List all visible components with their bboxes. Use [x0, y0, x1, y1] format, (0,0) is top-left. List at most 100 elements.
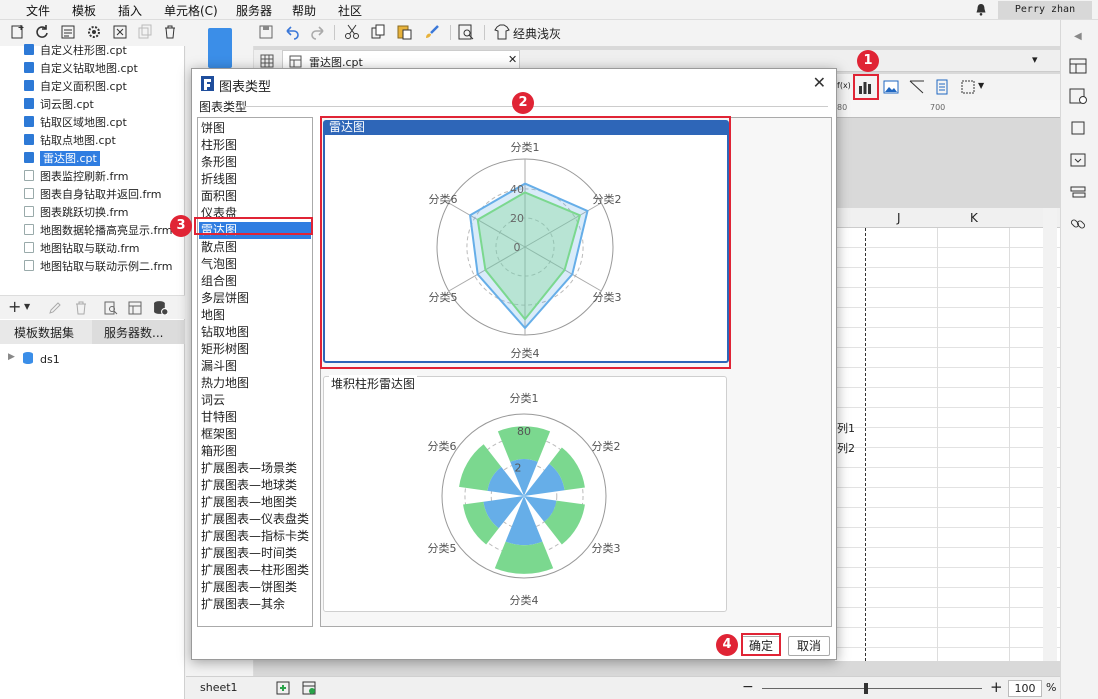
- chart-type-item[interactable]: 散点图: [199, 239, 311, 256]
- chart-type-item[interactable]: 折线图: [199, 171, 311, 188]
- zoom-slider-thumb[interactable]: [864, 683, 868, 694]
- close-file-icon[interactable]: [112, 24, 128, 40]
- cancel-button[interactable]: 取消: [788, 636, 830, 656]
- zoom-input[interactable]: 100: [1008, 680, 1042, 697]
- tab-menu-icon[interactable]: ▾: [1032, 53, 1038, 66]
- delete-dataset-icon[interactable]: [74, 301, 88, 315]
- file-item[interactable]: 自定义面积图.cpt: [24, 78, 184, 95]
- zoom-slider-track[interactable]: [762, 688, 982, 689]
- add-dataset-icon[interactable]: +: [8, 297, 21, 316]
- user-name[interactable]: Perry zhan: [998, 1, 1092, 19]
- vertical-scrollbar[interactable]: [1043, 208, 1057, 661]
- paste-icon[interactable]: [396, 24, 412, 40]
- formula-icon[interactable]: f(x): [837, 81, 851, 90]
- copy-icon[interactable]: [370, 24, 386, 40]
- theme-label[interactable]: 经典浅灰: [513, 25, 561, 42]
- undo-icon[interactable]: [284, 24, 300, 40]
- cut-icon[interactable]: [344, 24, 360, 40]
- zoom-out-icon[interactable]: −: [742, 679, 754, 695]
- chart-type-item[interactable]: 扩展图表—饼图类: [199, 579, 311, 596]
- hyperlink-icon[interactable]: [1069, 216, 1087, 232]
- preview-dataset-icon[interactable]: [104, 301, 118, 315]
- widget-settings-icon[interactable]: [1069, 152, 1087, 168]
- save-icon[interactable]: [258, 24, 274, 40]
- bell-icon[interactable]: [975, 3, 987, 16]
- insert-subreport-icon[interactable]: [934, 79, 950, 95]
- chart-type-item[interactable]: 扩展图表—场景类: [199, 460, 311, 477]
- add-sheet-icon[interactable]: [276, 681, 290, 695]
- insert-slash-icon[interactable]: [909, 79, 925, 95]
- chart-type-item[interactable]: 柱形图: [199, 137, 311, 154]
- expand-arrow-icon[interactable]: ▶: [8, 352, 15, 362]
- database-icon[interactable]: [153, 300, 168, 315]
- cell-attr-icon[interactable]: [1069, 58, 1087, 74]
- file-item[interactable]: 地图钻取与联动示例二.frm: [24, 258, 184, 275]
- file-item[interactable]: 钻取区域地图.cpt: [24, 114, 184, 131]
- close-icon[interactable]: ✕: [813, 73, 826, 92]
- chart-type-item[interactable]: 多层饼图: [199, 290, 311, 307]
- chart-type-item[interactable]: 扩展图表—其余: [199, 596, 311, 613]
- chart-type-item[interactable]: 矩形树图: [199, 341, 311, 358]
- insert-image-icon[interactable]: [883, 79, 899, 95]
- menu-community[interactable]: 社区: [338, 2, 362, 19]
- sheet-tab[interactable]: sheet1: [200, 681, 238, 694]
- file-item[interactable]: 雷达图.cpt: [24, 150, 184, 167]
- column-j[interactable]: J: [897, 211, 901, 225]
- grid-icon[interactable]: [260, 54, 274, 68]
- chart-type-item[interactable]: 扩展图表—地图类: [199, 494, 311, 511]
- tab-server-datasets[interactable]: 服务器数...: [104, 324, 163, 341]
- template-icon[interactable]: [60, 24, 76, 40]
- menu-file[interactable]: 文件: [26, 2, 50, 19]
- file-item[interactable]: 自定义柱形图.cpt: [24, 42, 184, 59]
- border-dropdown-icon[interactable]: ▼: [978, 81, 984, 90]
- file-item[interactable]: 地图数据轮播高亮显示.frm: [24, 222, 184, 239]
- menu-insert[interactable]: 插入: [118, 2, 142, 19]
- chart-type-item[interactable]: 漏斗图: [199, 358, 311, 375]
- menu-cell[interactable]: 单元格(C): [164, 2, 218, 19]
- chart-type-item[interactable]: 面积图: [199, 188, 311, 205]
- menu-help[interactable]: 帮助: [292, 2, 316, 19]
- menu-server[interactable]: 服务器: [236, 2, 272, 19]
- file-item[interactable]: 图表自身钻取并返回.frm: [24, 186, 184, 203]
- format-brush-icon[interactable]: [424, 24, 440, 40]
- file-item[interactable]: 图表监控刷新.frm: [24, 168, 184, 185]
- chart-type-item[interactable]: 框架图: [199, 426, 311, 443]
- chart-type-item[interactable]: 地图: [199, 307, 311, 324]
- file-item[interactable]: 自定义钻取地图.cpt: [24, 60, 184, 77]
- collapse-arrow-icon[interactable]: ◀: [1074, 31, 1082, 42]
- new-file-icon[interactable]: [10, 24, 26, 40]
- chart-type-item[interactable]: 甘特图: [199, 409, 311, 426]
- report-widget-icon[interactable]: [208, 28, 232, 68]
- chart-type-item[interactable]: 扩展图表—时间类: [199, 545, 311, 562]
- chart-type-item[interactable]: 热力地图: [199, 375, 311, 392]
- chart-type-item[interactable]: 扩展图表—指标卡类: [199, 528, 311, 545]
- file-item[interactable]: 词云图.cpt: [24, 96, 184, 113]
- settings-icon[interactable]: [86, 24, 102, 40]
- chart-type-item[interactable]: 饼图: [199, 120, 311, 137]
- column-k[interactable]: K: [970, 211, 978, 225]
- file-item[interactable]: 地图钻取与联动.frm: [24, 240, 184, 257]
- edit-icon[interactable]: [48, 301, 62, 315]
- delete-icon[interactable]: [162, 24, 178, 40]
- refresh-icon[interactable]: [34, 24, 50, 40]
- chevron-down-icon[interactable]: ▼: [24, 302, 30, 311]
- chart-type-item[interactable]: 扩展图表—柱形图类: [199, 562, 311, 579]
- menu-template[interactable]: 模板: [72, 2, 96, 19]
- add-form-sheet-icon[interactable]: [302, 681, 316, 695]
- border-icon[interactable]: [960, 79, 976, 95]
- theme-icon[interactable]: [494, 24, 510, 40]
- tab-template-datasets[interactable]: 模板数据集: [14, 324, 74, 341]
- stacked-bar-radar-option[interactable]: 堆积柱形雷达图 分类1 分类2 分类3 分类4 分类5 分类6 80 2: [323, 375, 727, 612]
- dataset-ds1[interactable]: ds1: [40, 353, 60, 366]
- cell-element-icon[interactable]: [1069, 88, 1087, 104]
- chart-type-item[interactable]: 钻取地图: [199, 324, 311, 341]
- dataset-params-icon[interactable]: [128, 301, 142, 315]
- chart-type-item[interactable]: 扩展图表—地球类: [199, 477, 311, 494]
- chart-type-item[interactable]: 扩展图表—仪表盘类: [199, 511, 311, 528]
- float-element-icon[interactable]: [1069, 120, 1087, 136]
- zoom-in-icon[interactable]: +: [990, 678, 1003, 696]
- preview-icon[interactable]: [458, 24, 474, 40]
- redo-icon[interactable]: [310, 24, 326, 40]
- chart-type-item[interactable]: 词云: [199, 392, 311, 409]
- chart-type-item[interactable]: 组合图: [199, 273, 311, 290]
